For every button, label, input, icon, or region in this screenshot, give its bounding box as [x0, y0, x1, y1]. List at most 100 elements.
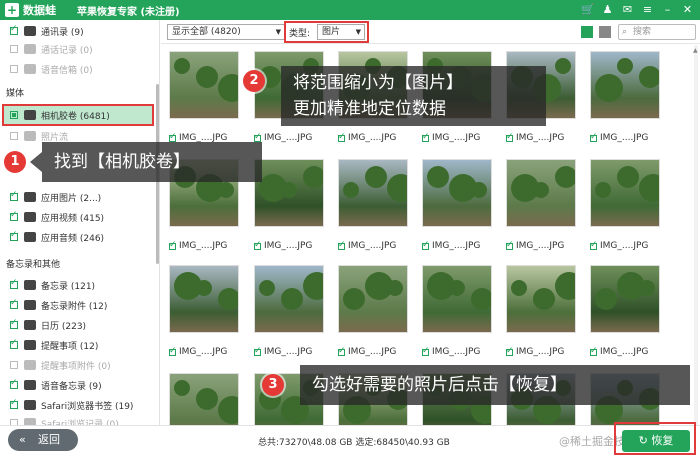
checkbox[interactable]: [10, 338, 18, 349]
photo-thumbnail[interactable]: [254, 265, 324, 333]
cart-icon[interactable]: 🛒: [581, 3, 595, 16]
checkbox[interactable]: [338, 132, 346, 142]
checkbox[interactable]: [10, 45, 18, 53]
photo-caption[interactable]: IMG_....JPG: [506, 345, 564, 359]
photo-filename: IMG_....JPG: [432, 347, 481, 357]
checkbox[interactable]: [506, 132, 514, 142]
user-icon[interactable]: ♟: [601, 3, 614, 16]
photo-thumbnail[interactable]: [169, 373, 239, 425]
sidebar-item-reminders[interactable]: 提醒事项 (12): [10, 336, 98, 354]
photo-detail: [281, 288, 303, 310]
photo-caption[interactable]: IMG_....JPG: [169, 239, 227, 253]
grid-view-icon[interactable]: [581, 26, 593, 38]
sidebar-item-app-audio[interactable]: 应用音频 (246): [10, 228, 104, 246]
photo-caption[interactable]: IMG_....JPG: [254, 345, 312, 359]
photo-thumbnail[interactable]: [422, 265, 492, 333]
photo-thumbnail[interactable]: [338, 159, 408, 227]
checkbox[interactable]: [422, 240, 430, 250]
photo-thumbnail[interactable]: [590, 51, 660, 119]
photo-thumbnail[interactable]: [590, 265, 660, 333]
checkbox[interactable]: [10, 230, 18, 241]
sidebar-item-notes-attachments[interactable]: 备忘录附件 (12): [10, 296, 107, 314]
checkbox[interactable]: [169, 240, 177, 250]
photo-thumbnail[interactable]: [422, 159, 492, 227]
photo-caption[interactable]: IMG_....JPG: [506, 131, 564, 145]
sidebar-item-app-videos[interactable]: 应用视频 (415): [10, 208, 104, 226]
checkbox[interactable]: [169, 346, 177, 356]
checkbox[interactable]: [10, 298, 18, 309]
photo-thumbnail[interactable]: [506, 265, 576, 333]
photo-caption[interactable]: IMG_....JPG: [422, 131, 480, 145]
photo-caption[interactable]: IMG_....JPG: [590, 131, 648, 145]
checkbox[interactable]: [169, 132, 177, 142]
footer: « 返回 总共:73270\48.08 GB 选定:68450\40.93 GB…: [0, 422, 700, 455]
sidebar-item-safari-history[interactable]: Safari浏览记录 (0): [10, 414, 119, 425]
search-input[interactable]: ⌕ 搜索: [618, 24, 696, 40]
photo-caption[interactable]: IMG_....JPG: [422, 345, 480, 359]
checkbox[interactable]: [254, 346, 262, 356]
photo-caption[interactable]: IMG_....JPG: [338, 239, 396, 253]
photo-caption[interactable]: IMG_....JPG: [506, 239, 564, 253]
checkbox[interactable]: [10, 190, 18, 201]
checkbox[interactable]: [10, 24, 18, 35]
photo-caption[interactable]: IMG_....JPG: [590, 345, 648, 359]
checkbox[interactable]: [254, 132, 262, 142]
photo-caption[interactable]: IMG_....JPG: [422, 239, 480, 253]
sidebar-item-contacts[interactable]: 通讯录 (9): [10, 22, 84, 40]
sidebar-item-notes[interactable]: 备忘录 (121): [10, 276, 95, 294]
chat-icon[interactable]: ✉: [621, 3, 634, 16]
checkbox[interactable]: [10, 132, 18, 140]
photo-caption[interactable]: IMG_....JPG: [338, 345, 396, 359]
filter-select[interactable]: 显示全部 (4820) ▼: [167, 24, 285, 40]
checkbox[interactable]: [338, 240, 346, 250]
checkbox[interactable]: [10, 278, 18, 289]
checkbox[interactable]: [506, 240, 514, 250]
close-icon[interactable]: ✕: [681, 3, 694, 16]
recover-button[interactable]: ↻ 恢复: [622, 430, 690, 452]
sidebar-item-label: 日历 (223): [41, 321, 87, 332]
photo-caption[interactable]: IMG_....JPG: [338, 131, 396, 145]
checkbox[interactable]: [10, 65, 18, 73]
sidebar-item-voice-memos[interactable]: 语音备忘录 (9): [10, 376, 102, 394]
photo-thumbnail[interactable]: [169, 265, 239, 333]
photo-thumbnail[interactable]: [506, 159, 576, 227]
checkbox[interactable]: [422, 346, 430, 356]
checkbox[interactable]: [506, 346, 514, 356]
grid-scrollbar[interactable]: ▲: [693, 45, 698, 425]
sidebar-item-voicemail[interactable]: 语音信箱 (0): [10, 60, 93, 78]
photo-caption[interactable]: IMG_....JPG: [254, 131, 312, 145]
sidebar-item-app-images[interactable]: 应用图片 (2...): [10, 188, 101, 206]
checkbox[interactable]: [10, 378, 18, 389]
checkbox[interactable]: [10, 318, 18, 329]
notes-icon: [24, 280, 36, 290]
photo-thumbnail[interactable]: [590, 159, 660, 227]
list-view-icon[interactable]: [599, 26, 611, 38]
checkbox[interactable]: [422, 132, 430, 142]
photo-detail: [174, 380, 190, 396]
photo-thumbnail[interactable]: [338, 265, 408, 333]
checkbox[interactable]: [254, 240, 262, 250]
photo-thumbnail[interactable]: [169, 51, 239, 119]
minimize-icon[interactable]: –: [661, 3, 674, 16]
photo-thumbnail[interactable]: [254, 159, 324, 227]
sidebar-item-safari-bookmarks[interactable]: Safari浏览器书签 (19): [10, 396, 133, 414]
checkbox[interactable]: [590, 346, 598, 356]
sidebar-item-call-log[interactable]: 通话记录 (0): [10, 40, 93, 58]
photo-caption[interactable]: IMG_....JPG: [169, 345, 227, 359]
back-button[interactable]: « 返回: [8, 429, 78, 451]
checkbox[interactable]: [10, 111, 18, 119]
checkbox[interactable]: [590, 132, 598, 142]
checkbox[interactable]: [10, 361, 18, 369]
checkbox[interactable]: [10, 398, 18, 409]
type-select[interactable]: 图片 ▼: [317, 24, 365, 40]
checkbox[interactable]: [10, 210, 18, 221]
sidebar-item-camera-roll[interactable]: 相机胶卷 (6481): [10, 106, 110, 124]
sidebar-item-reminder-attachments[interactable]: 提醒事项附件 (0): [10, 356, 111, 374]
checkbox[interactable]: [338, 346, 346, 356]
photo-caption[interactable]: IMG_....JPG: [590, 239, 648, 253]
sidebar-item-calendar[interactable]: 日历 (223): [10, 316, 86, 334]
menu-icon[interactable]: ≡: [641, 3, 654, 16]
photo-detail: [639, 280, 655, 296]
checkbox[interactable]: [590, 240, 598, 250]
photo-caption[interactable]: IMG_....JPG: [254, 239, 312, 253]
